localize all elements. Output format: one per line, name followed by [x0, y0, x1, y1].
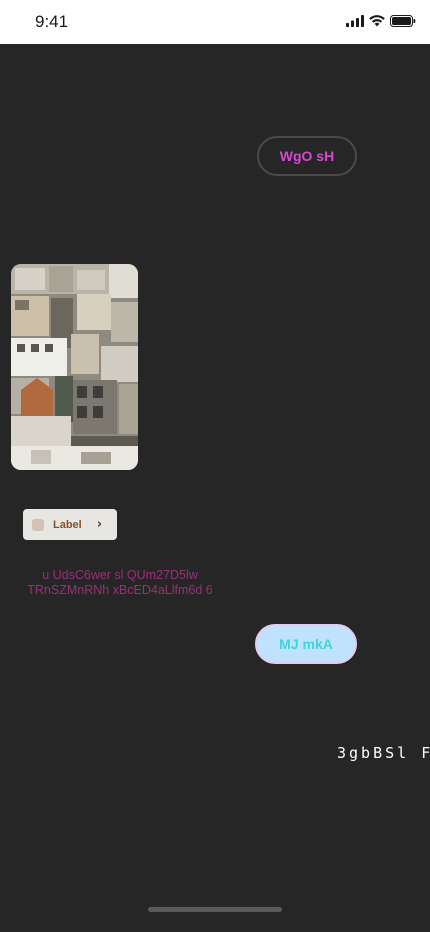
label-swatch-icon [32, 518, 44, 531]
mono-text: 3gbBSl F [337, 744, 430, 762]
label-chip-text: Label [53, 518, 82, 531]
battery-icon [390, 12, 416, 31]
home-indicator [148, 907, 282, 912]
status-bar: 9:41 [0, 0, 430, 44]
photo-card[interactable] [11, 264, 138, 470]
filled-pill-button[interactable]: MJ mkA [255, 624, 357, 664]
body-text-block: u UdsC6wer sl QUm27D5lw TRnSZMnRNh xBcED… [10, 568, 230, 598]
outlined-chip-button[interactable]: WgO sH [257, 136, 357, 176]
body-text-line-2: TRnSZMnRNh xBcED4aLlfm6d 6 [27, 583, 213, 597]
body-text-line-1: u UdsC6wer sl QUm27D5lw [42, 568, 198, 582]
app-screen: 9:41 WgO sH Label › u UdsC6wer sl QUm27D… [0, 0, 430, 932]
status-icons [346, 12, 416, 31]
label-chip[interactable]: Label › [23, 509, 117, 540]
status-time: 9:41 [35, 12, 69, 31]
wifi-icon [369, 12, 385, 31]
aerial-city-photo [11, 264, 138, 470]
signal-icon [346, 12, 364, 31]
chevron-right-icon: › [96, 517, 103, 532]
